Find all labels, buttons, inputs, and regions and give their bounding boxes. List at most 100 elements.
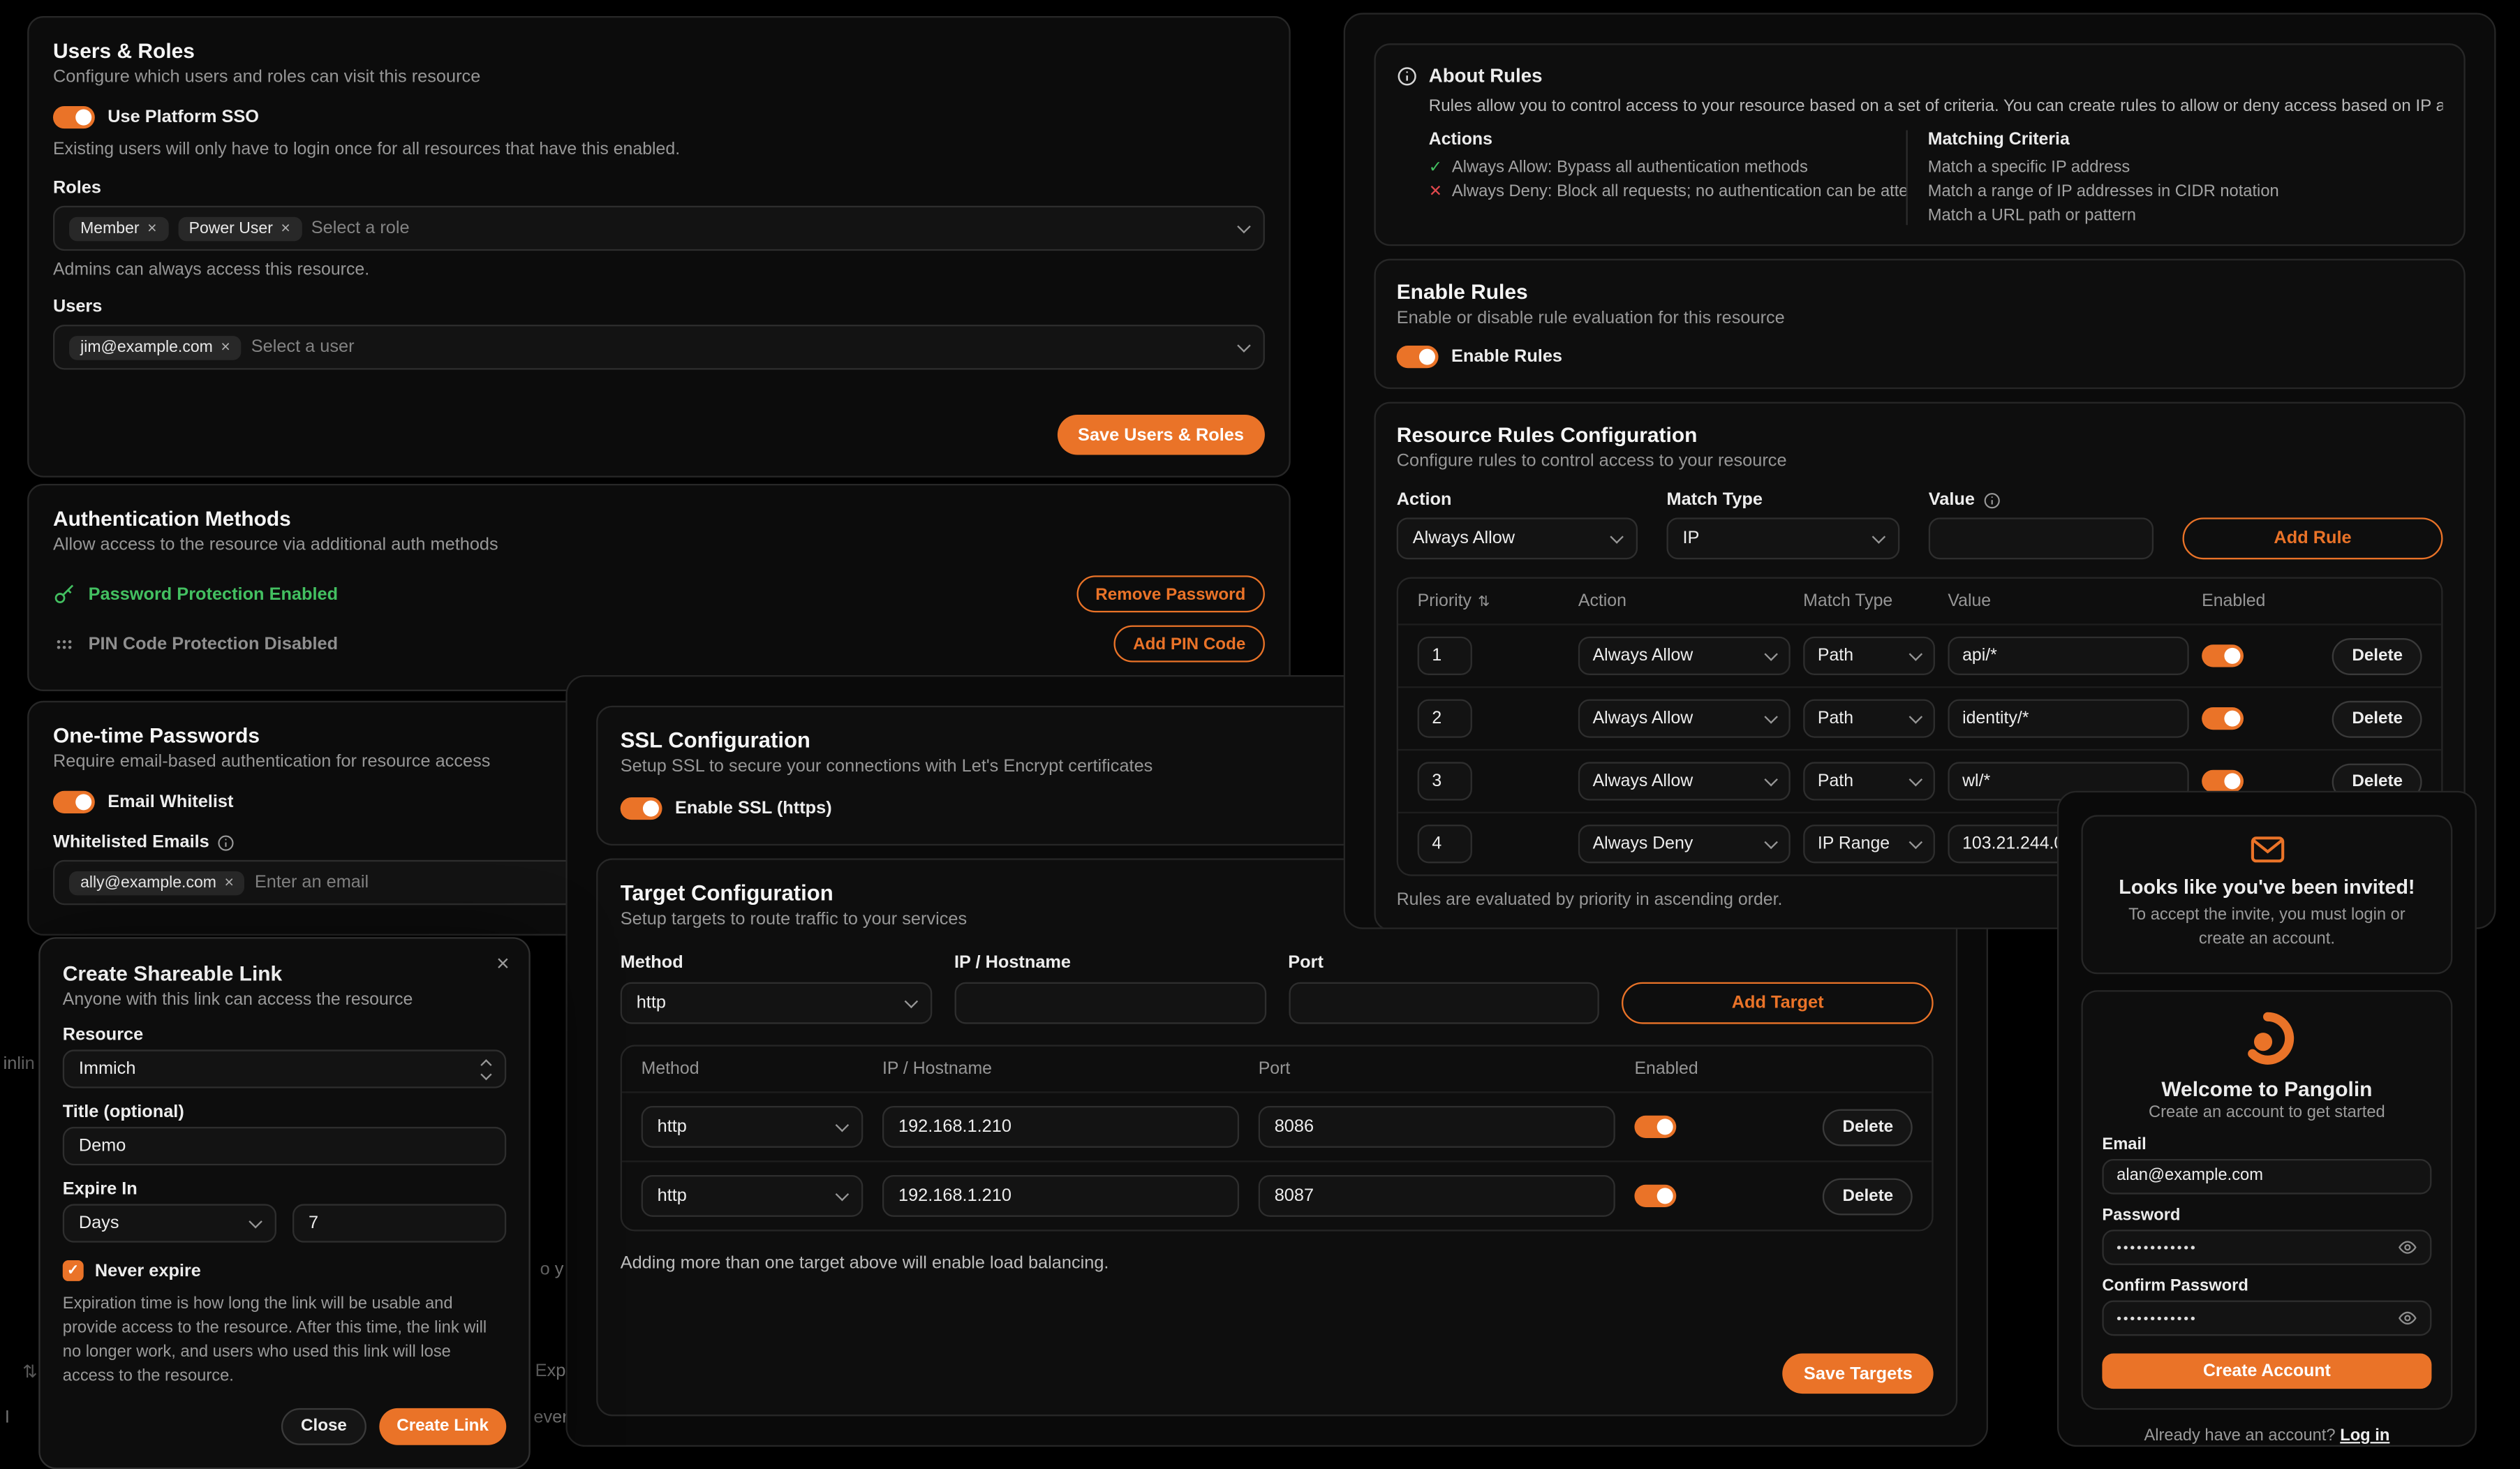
resource-select[interactable]: Immich [63,1049,506,1088]
rule-enabled-toggle[interactable] [2202,770,2244,792]
invite-card: Looks like you've been invited! To accep… [2081,815,2452,974]
rule-action-select[interactable]: Always Allow [1578,637,1791,675]
rule-priority-input[interactable] [1418,825,1472,863]
target-method-select[interactable]: http [642,1175,864,1217]
remove-chip-icon[interactable]: × [224,873,233,891]
chevron-down-icon [1764,834,1778,848]
title-optional-label: Title (optional) [63,1102,506,1122]
target-row: http Delete [622,1091,1932,1160]
rule-action-select[interactable]: Always Allow [1397,517,1638,559]
welcome-title: Welcome to Pangolin [2102,1077,2431,1101]
expire-unit-select[interactable]: Days [63,1204,276,1242]
invite-panel: Looks like you've been invited! To accep… [2057,791,2477,1447]
close-button[interactable]: Close [281,1408,366,1445]
target-enabled-toggle[interactable] [1634,1185,1676,1207]
rule-enabled-toggle[interactable] [2202,644,2244,667]
criteria-column-title: Matching Criteria [1928,130,2443,149]
target-method-select[interactable]: http [642,1106,864,1148]
remove-chip-icon[interactable]: × [221,339,230,356]
remove-password-button[interactable]: Remove Password [1076,575,1265,612]
link-title-input[interactable] [63,1127,506,1165]
allow-description: Always Allow: Bypass all authentication … [1452,159,1808,177]
rule-action-select[interactable]: Always Allow [1578,762,1791,800]
remove-chip-icon[interactable]: × [281,219,290,237]
password-dots: •••••••••••• [2117,1239,2388,1255]
action-header: Action [1578,591,1791,611]
target-port-input[interactable] [1259,1175,1615,1217]
expire-value-input[interactable] [292,1204,506,1242]
sort-icon[interactable]: ⇅ [1478,592,1490,610]
add-pin-code-button[interactable]: Add PIN Code [1113,626,1264,663]
criteria-item: Match a URL path or pattern [1928,207,2443,225]
create-account-button[interactable]: Create Account [2102,1353,2431,1389]
rule-action-select[interactable]: Always Deny [1578,825,1791,863]
add-rule-button[interactable]: Add Rule [2183,517,2443,559]
target-enabled-toggle[interactable] [1634,1116,1676,1138]
email-input[interactable] [2102,1159,2431,1195]
chevron-down-icon [1909,709,1923,723]
target-port-input[interactable] [1259,1106,1615,1148]
enable-rules-card: Enable Rules Enable or disable rule eval… [1374,259,2465,389]
chevron-down-icon [1909,647,1923,660]
welcome-subtitle: Create an account to get started [2102,1104,2431,1121]
rule-value-input[interactable] [1929,517,2154,559]
create-link-button[interactable]: Create Link [379,1408,506,1445]
add-target-button[interactable]: Add Target [1622,982,1934,1024]
background-fragment: Exp [535,1361,566,1381]
rule-action-select[interactable]: Always Allow [1578,700,1791,738]
invite-subtitle: To accept the invite, you must login or … [2102,905,2431,953]
roles-multiselect[interactable]: Member× Power User× Select a role [53,206,1265,251]
role-chip[interactable]: Member× [69,216,168,241]
target-ip-input[interactable] [882,1106,1239,1148]
rule-match-select[interactable]: IP Range [1803,825,1935,863]
whitelisted-emails-label: Whitelisted Emails [53,833,209,852]
delete-target-button[interactable]: Delete [1823,1108,1913,1145]
port-label: Port [1288,953,1599,973]
remove-chip-icon[interactable]: × [147,219,156,237]
password-input[interactable]: •••••••••••• [2102,1230,2431,1265]
rule-match-type-select[interactable]: IP [1666,517,1899,559]
save-users-roles-button[interactable]: Save Users & Roles [1057,415,1265,455]
rule-priority-input[interactable] [1418,637,1472,675]
confirm-password-input[interactable]: •••••••••••• [2102,1300,2431,1336]
login-link[interactable]: Log in [2340,1427,2389,1445]
email-chip[interactable]: ally@example.com× [69,871,245,895]
rule-match-select[interactable]: Path [1803,700,1935,738]
method-select[interactable]: http [621,982,932,1024]
roles-note: Admins can always access this resource. [53,260,1265,280]
never-expire-checkbox[interactable]: ✓ [63,1260,84,1281]
eye-icon[interactable] [2398,1237,2417,1257]
enable-ssl-toggle[interactable] [621,797,662,820]
rule-match-select[interactable]: Path [1803,637,1935,675]
expiration-note: Expiration time is how long the link wil… [63,1294,506,1389]
email-whitelist-toggle[interactable] [53,791,95,813]
delete-rule-button[interactable]: Delete [2333,637,2422,674]
close-icon[interactable]: × [496,952,510,974]
rule-match-select[interactable]: Path [1803,762,1935,800]
rule-value-input[interactable] [1948,637,2188,675]
rule-priority-input[interactable] [1418,700,1472,738]
save-targets-button[interactable]: Save Targets [1783,1354,1934,1394]
port-input[interactable] [1288,982,1599,1024]
key-icon [53,583,75,605]
email-label: Email [2102,1136,2431,1153]
rule-enabled-toggle[interactable] [2202,707,2244,730]
background-fragment: ⇅ [22,1361,37,1382]
ip-hostname-input[interactable] [954,982,1266,1024]
platform-sso-toggle[interactable] [53,106,95,128]
delete-target-button[interactable]: Delete [1823,1177,1913,1214]
eye-icon[interactable] [2398,1308,2417,1328]
rule-priority-input[interactable] [1418,762,1472,800]
target-ip-input[interactable] [882,1175,1239,1217]
match-type-label: Match Type [1666,490,1899,510]
resource-label: Resource [63,1026,506,1045]
enable-rules-toggle[interactable] [1397,346,1439,368]
rule-value-input[interactable] [1948,700,2188,738]
delete-rule-button[interactable]: Delete [2333,700,2422,737]
users-multiselect[interactable]: jim@example.com× Select a user [53,325,1265,369]
user-chip[interactable]: jim@example.com× [69,335,242,360]
roles-placeholder: Select a role [311,219,410,238]
role-chip[interactable]: Power User× [177,216,301,241]
priority-header[interactable]: Priority [1418,591,1472,611]
email-placeholder: Enter an email [255,873,369,892]
